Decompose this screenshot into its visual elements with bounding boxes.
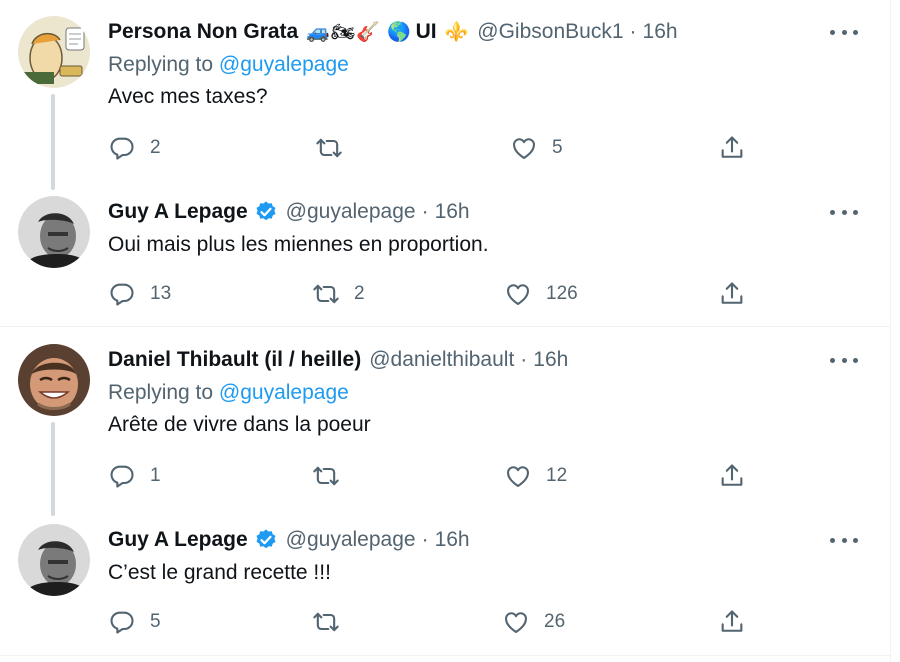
retweet-count: 2 [354, 283, 365, 304]
like-count: 12 [546, 465, 568, 486]
reply-button[interactable]: 2 [108, 130, 161, 166]
separator-dot: · [421, 528, 429, 551]
retweet-button[interactable]: 2 [312, 276, 365, 312]
like-button[interactable]: 12 [504, 458, 567, 494]
tweet-text: Avec mes taxes? [108, 85, 268, 108]
verified-icon [254, 200, 278, 224]
tweet[interactable]: Daniel Thibault (il / heille) @danielthi… [0, 328, 890, 516]
author-name[interactable]: Daniel Thibault (il / heille) [108, 348, 361, 372]
tweet-text: C’est le grand recette !!! [108, 561, 331, 584]
share-icon [718, 280, 746, 308]
tweet[interactable]: Persona Non Grata 🚙🏍🎸 🌎 UI ⚜️ @GibsonBuc… [0, 0, 890, 190]
more-icon[interactable] [830, 22, 858, 42]
name-extra-label: UI [415, 20, 437, 43]
verified-icon [254, 528, 278, 552]
reply-count: 13 [150, 283, 172, 304]
separator-dot: · [629, 20, 637, 43]
timestamp[interactable]: 16h [643, 20, 678, 44]
retweet-icon [315, 134, 343, 162]
reply-icon [108, 608, 136, 636]
author-handle[interactable]: @guyalepage [286, 528, 416, 552]
reply-icon [108, 134, 136, 162]
author-handle[interactable]: @danielthibault [369, 348, 514, 372]
tweet-text: Oui mais plus les miennes en proportion. [108, 233, 489, 256]
avatar[interactable] [18, 16, 90, 88]
avatar[interactable] [18, 524, 90, 596]
fleur-de-lis-icon: ⚜️ [444, 22, 470, 43]
share-icon [718, 608, 746, 636]
tweet-text: Arête de vivre dans la poeur [108, 413, 371, 436]
timestamp[interactable]: 16h [435, 528, 470, 552]
tweet[interactable]: Guy A Lepage @guyalepage · 16h C’est le … [0, 508, 890, 656]
divider [0, 655, 890, 656]
reply-count: 2 [150, 137, 161, 158]
more-icon[interactable] [830, 202, 858, 222]
reply-icon [108, 280, 136, 308]
replying-to-link[interactable]: @guyalepage [219, 381, 349, 404]
timestamp[interactable]: 16h [533, 348, 568, 372]
like-button[interactable]: 5 [510, 130, 563, 166]
retweet-button[interactable] [312, 604, 354, 640]
avatar[interactable] [18, 196, 90, 268]
like-count: 5 [552, 137, 563, 158]
share-icon [718, 134, 746, 162]
replying-to-link[interactable]: @guyalepage [219, 53, 349, 76]
retweet-icon [312, 462, 340, 490]
like-button[interactable]: 126 [504, 276, 578, 312]
share-button[interactable] [718, 458, 746, 494]
separator-dot: · [520, 348, 528, 371]
reply-button[interactable]: 1 [108, 458, 161, 494]
share-button[interactable] [718, 276, 746, 312]
share-icon [718, 462, 746, 490]
reply-icon [108, 462, 136, 490]
share-button[interactable] [718, 130, 746, 166]
author-name[interactable]: Persona Non Grata [108, 20, 298, 44]
like-icon [504, 280, 532, 308]
like-icon [504, 462, 532, 490]
like-count: 26 [544, 611, 566, 632]
reply-count: 1 [150, 465, 161, 486]
more-icon[interactable] [830, 350, 858, 370]
tweet-thread: Persona Non Grata 🚙🏍🎸 🌎 UI ⚜️ @GibsonBuc… [0, 0, 891, 662]
author-handle[interactable]: @GibsonBuck1 [477, 20, 623, 44]
replying-to: Replying to @guyalepage [108, 50, 870, 80]
reply-count: 5 [150, 611, 161, 632]
author-name[interactable]: Guy A Lepage [108, 200, 248, 224]
share-button[interactable] [718, 604, 746, 640]
like-count: 126 [546, 283, 578, 304]
like-icon [510, 134, 538, 162]
retweet-icon [312, 280, 340, 308]
retweet-button[interactable] [315, 130, 357, 166]
author-handle[interactable]: @guyalepage [286, 200, 416, 224]
timestamp[interactable]: 16h [435, 200, 470, 224]
author-name[interactable]: Guy A Lepage [108, 528, 248, 552]
reply-button[interactable]: 13 [108, 276, 171, 312]
like-icon [502, 608, 530, 636]
replying-to: Replying to @guyalepage [108, 378, 870, 408]
name-emojis: 🚙🏍🎸 🌎 [306, 22, 412, 43]
replying-prefix: Replying to [108, 381, 214, 404]
reply-button[interactable]: 5 [108, 604, 161, 640]
more-icon[interactable] [830, 530, 858, 550]
avatar[interactable] [18, 344, 90, 416]
retweet-icon [312, 608, 340, 636]
separator-dot: · [421, 200, 429, 223]
divider [0, 326, 890, 327]
replying-prefix: Replying to [108, 53, 214, 76]
like-button[interactable]: 26 [502, 604, 565, 640]
retweet-button[interactable] [312, 458, 354, 494]
tweet[interactable]: Guy A Lepage @guyalepage · 16h Oui mais … [0, 180, 890, 326]
